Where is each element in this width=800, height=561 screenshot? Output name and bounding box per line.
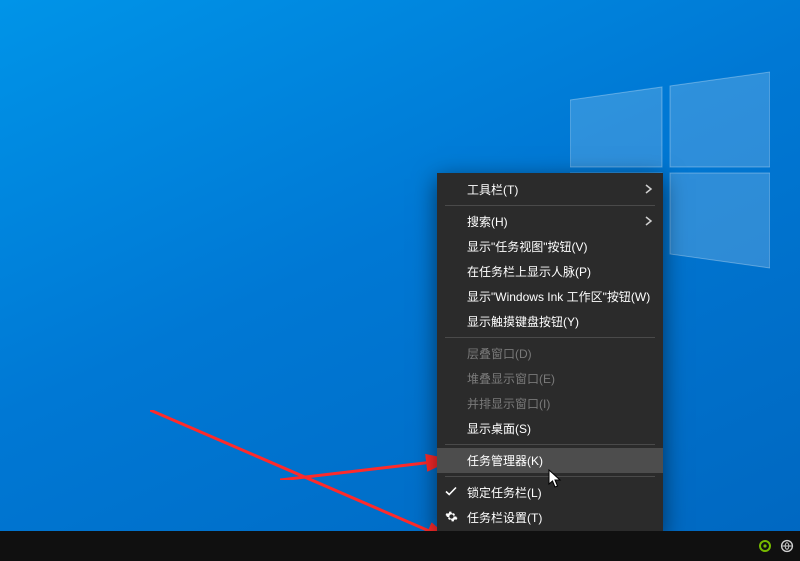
menu-item-stacked-windows: 堆叠显示窗口(E) <box>437 366 663 391</box>
chevron-right-icon <box>645 183 653 197</box>
menu-item-cascade-windows: 层叠窗口(D) <box>437 341 663 366</box>
menu-item-label: 层叠窗口(D) <box>467 345 532 362</box>
desktop[interactable]: 工具栏(T) 搜索(H) 显示"任务视图"按钮(V) 在任务栏上显示人脉(P) … <box>0 0 800 561</box>
menu-item-taskbar-settings[interactable]: 任务栏设置(T) <box>437 505 663 530</box>
menu-item-show-people[interactable]: 在任务栏上显示人脉(P) <box>437 259 663 284</box>
menu-item-label: 显示"Windows Ink 工作区"按钮(W) <box>467 288 650 305</box>
nvidia-tray-icon[interactable] <box>758 539 772 553</box>
menu-item-task-manager[interactable]: 任务管理器(K) <box>437 448 663 473</box>
menu-item-label: 搜索(H) <box>467 213 508 230</box>
menu-separator <box>445 205 655 206</box>
menu-item-label: 任务管理器(K) <box>467 452 543 469</box>
check-icon <box>445 485 457 500</box>
menu-item-label: 任务栏设置(T) <box>467 509 542 526</box>
system-tray <box>758 531 794 561</box>
menu-item-label: 工具栏(T) <box>467 181 518 198</box>
taskbar-context-menu: 工具栏(T) 搜索(H) 显示"任务视图"按钮(V) 在任务栏上显示人脉(P) … <box>437 173 663 534</box>
menu-item-show-touch-keyboard[interactable]: 显示触摸键盘按钮(Y) <box>437 309 663 334</box>
menu-separator <box>445 444 655 445</box>
menu-item-label: 显示桌面(S) <box>467 420 531 437</box>
annotation-arrow <box>280 400 460 480</box>
menu-item-sidebyside-windows: 并排显示窗口(I) <box>437 391 663 416</box>
menu-item-show-ink[interactable]: 显示"Windows Ink 工作区"按钮(W) <box>437 284 663 309</box>
chevron-right-icon <box>645 215 653 229</box>
annotation-arrow <box>150 410 470 550</box>
taskbar[interactable] <box>0 531 800 561</box>
menu-item-label: 显示触摸键盘按钮(Y) <box>467 313 579 330</box>
menu-item-label: 显示"任务视图"按钮(V) <box>467 238 588 255</box>
menu-item-show-desktop[interactable]: 显示桌面(S) <box>437 416 663 441</box>
menu-item-label: 并排显示窗口(I) <box>467 395 550 412</box>
menu-item-label: 锁定任务栏(L) <box>467 484 542 501</box>
gear-icon <box>445 510 458 526</box>
menu-item-label: 堆叠显示窗口(E) <box>467 370 555 387</box>
menu-item-show-taskview[interactable]: 显示"任务视图"按钮(V) <box>437 234 663 259</box>
menu-separator <box>445 476 655 477</box>
menu-item-label: 在任务栏上显示人脉(P) <box>467 263 591 280</box>
menu-item-search[interactable]: 搜索(H) <box>437 209 663 234</box>
ime-tray-icon[interactable] <box>780 539 794 553</box>
menu-item-lock-taskbar[interactable]: 锁定任务栏(L) <box>437 480 663 505</box>
menu-separator <box>445 337 655 338</box>
menu-item-toolbars[interactable]: 工具栏(T) <box>437 177 663 202</box>
